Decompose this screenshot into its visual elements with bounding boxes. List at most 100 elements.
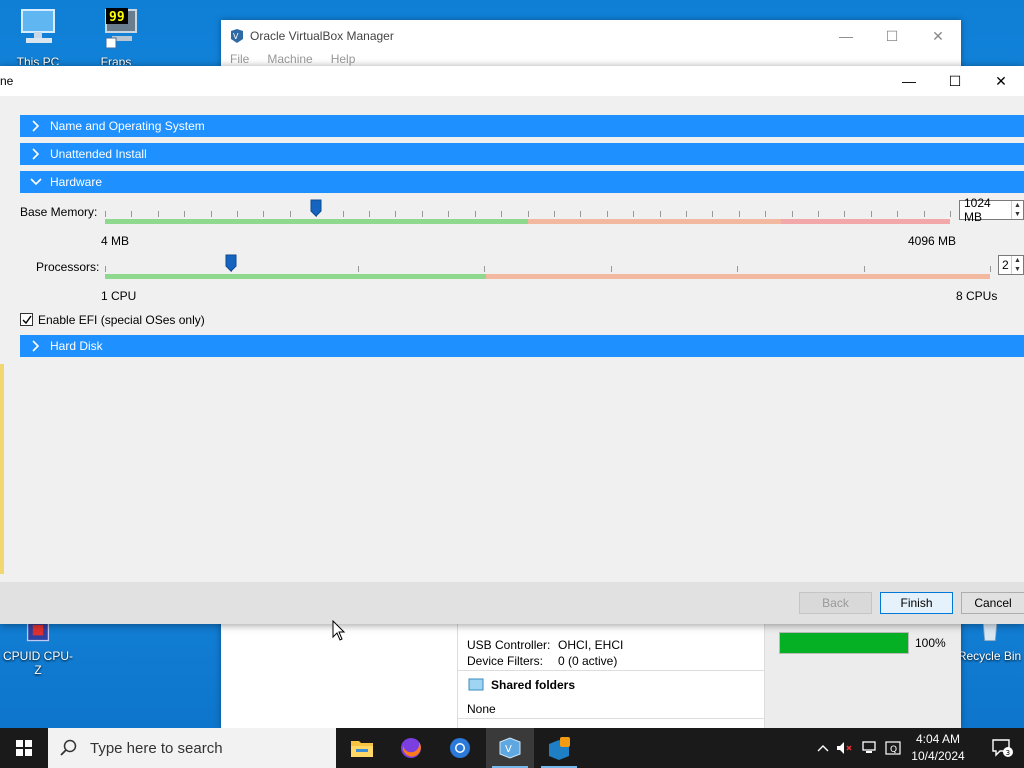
- clock-time: 4:04 AM: [915, 732, 961, 746]
- taskbar-clock[interactable]: 4:04 AM 10/4/2024: [900, 731, 976, 765]
- spin-down-icon[interactable]: ▼: [1012, 210, 1023, 219]
- start-button[interactable]: [0, 728, 48, 768]
- slider-tick: [580, 211, 582, 217]
- search-icon: [60, 739, 77, 756]
- processors-min-label: 1 CPU: [101, 289, 137, 303]
- back-button[interactable]: Back: [799, 592, 872, 614]
- search-placeholder: Type here to search: [90, 739, 223, 757]
- spin-down-icon[interactable]: ▼: [1012, 265, 1023, 274]
- network-icon: [862, 741, 876, 753]
- slider-tick: [357, 266, 359, 272]
- slider-tick: [474, 211, 476, 217]
- chrome-icon: [450, 738, 470, 758]
- notification-count: 3: [1006, 749, 1010, 757]
- dialog-maximize-button[interactable]: ☐: [932, 66, 978, 96]
- slider-tick: [606, 211, 608, 217]
- taskbar: Type here to search V Q 4:04 AM 10/4/202…: [0, 728, 1024, 768]
- usb-controller-label: USB Controller:: [467, 638, 551, 652]
- maximize-button[interactable]: ☐: [869, 20, 915, 52]
- slider-tick: [289, 211, 291, 217]
- dialog-body: Name and Operating System Unattended Ins…: [0, 96, 1024, 582]
- slider-tick: [263, 211, 265, 217]
- processors-max-label: 8 CPUs: [956, 289, 998, 303]
- dialog-footer: Back Finish Cancel: [0, 582, 1024, 624]
- section-unattended-install[interactable]: Unattended Install: [20, 143, 1024, 165]
- taskbar-virtualbox-vm[interactable]: [535, 728, 583, 768]
- slider-tick: [131, 211, 133, 217]
- slider-tick: [844, 211, 846, 217]
- show-hidden-icons-button[interactable]: [814, 728, 832, 768]
- device-filters-label: Device Filters:: [467, 654, 544, 668]
- close-button[interactable]: ✕: [915, 20, 961, 52]
- slider-tick: [817, 211, 819, 217]
- desktop-icon-label: CPUID CPU-Z: [2, 649, 73, 677]
- processors-spinbox[interactable]: 2 ▲ ▼: [998, 255, 1024, 275]
- base-memory-max-label: 4096 MB: [908, 234, 957, 248]
- volume-tray-button[interactable]: [834, 728, 856, 768]
- dialog-close-button[interactable]: ✕: [978, 66, 1024, 96]
- slider-tick: [484, 266, 486, 272]
- details-panel: USB Controller: OHCI, EHCI Device Filter…: [457, 624, 765, 728]
- taskbar-file-explorer[interactable]: [338, 728, 386, 768]
- taskbar-firefox[interactable]: [387, 728, 435, 768]
- slider-tick: [950, 211, 951, 217]
- slider-tick: [737, 266, 739, 272]
- desktop-icon-recycle-bin[interactable]: Recycle Bin: [955, 618, 1024, 663]
- network-tray-button[interactable]: [858, 728, 880, 768]
- taskbar-search-box[interactable]: Type here to search: [48, 728, 336, 768]
- section-hardware[interactable]: Hardware: [20, 171, 1024, 193]
- enable-efi-checkbox[interactable]: [20, 313, 33, 326]
- base-memory-min-label: 4 MB: [101, 234, 130, 248]
- desktop-icon-fraps[interactable]: 99 Fraps: [78, 6, 154, 65]
- section-name-and-os[interactable]: Name and Operating System: [20, 115, 1024, 137]
- folder-icon: [468, 678, 484, 691]
- base-memory-spinbox[interactable]: 1024 MB ▲ ▼: [959, 196, 1024, 224]
- clock-date: 10/4/2024: [911, 749, 965, 763]
- slider-tick: [395, 211, 397, 217]
- svg-text:Q: Q: [890, 745, 897, 755]
- slider-tick: [421, 211, 423, 217]
- spin-up-icon[interactable]: ▲: [1012, 256, 1023, 265]
- enable-efi-label[interactable]: Enable EFI (special OSes only): [38, 313, 205, 327]
- base-memory-slider-thumb[interactable]: [310, 199, 322, 217]
- finish-button[interactable]: Finish: [880, 592, 953, 614]
- windows-logo-icon: [16, 740, 32, 756]
- slider-tick: [610, 266, 612, 272]
- desktop-icon-this-pc[interactable]: This PC: [0, 6, 76, 65]
- processors-label: Processors:: [36, 260, 100, 274]
- usb-controller-value: OHCI, EHCI: [558, 638, 624, 652]
- section-hard-disk[interactable]: Hard Disk: [20, 335, 1024, 357]
- dialog-minimize-button[interactable]: —: [886, 66, 932, 96]
- slider-tick: [633, 211, 635, 217]
- slider-tick: [897, 211, 899, 217]
- section-label: Name and Operating System: [50, 119, 205, 133]
- slider-tick: [659, 211, 661, 217]
- cancel-button[interactable]: Cancel: [961, 592, 1024, 614]
- processors-slider[interactable]: [105, 274, 990, 279]
- base-memory-slider[interactable]: [105, 219, 950, 224]
- taskbar-chrome[interactable]: [436, 728, 484, 768]
- slider-tick: [210, 211, 212, 217]
- shared-folders-heading[interactable]: Shared folders: [491, 678, 575, 692]
- processors-slider-thumb[interactable]: [225, 254, 237, 272]
- taskbar-virtualbox[interactable]: V: [486, 728, 534, 768]
- progress-bar: [779, 632, 909, 654]
- section-label: Unattended Install: [50, 147, 147, 161]
- accent-stripe: [0, 364, 4, 574]
- minimize-button[interactable]: —: [823, 20, 869, 52]
- spin-up-icon[interactable]: ▲: [1012, 201, 1023, 210]
- dialog-titlebar: ne — ☐ ✕: [0, 66, 1024, 96]
- slider-tick: [685, 211, 687, 217]
- slider-tick: [553, 211, 555, 217]
- desktop-icon-cpuz[interactable]: CPUID CPU-Z: [0, 618, 76, 677]
- create-vm-dialog: ne — ☐ ✕ Name and Operating System Unatt…: [0, 66, 1024, 624]
- mouse-cursor-icon: [332, 620, 346, 641]
- progress-label: 100%: [915, 636, 946, 650]
- virtualbox-manager-title: Oracle VirtualBox Manager: [250, 29, 394, 43]
- base-memory-label: Base Memory:: [20, 205, 98, 219]
- progress-bar-fill: [780, 633, 908, 653]
- slider-tick: [184, 211, 186, 217]
- slider-tick: [105, 211, 106, 217]
- action-center-button[interactable]: 3: [980, 728, 1024, 768]
- desktop-icon-label: This PC: [16, 55, 60, 65]
